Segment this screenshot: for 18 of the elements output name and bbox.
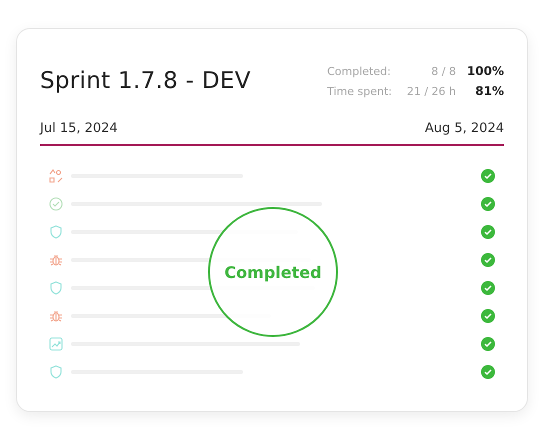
chart-icon [49,337,63,351]
check-circle-icon [49,197,63,211]
stat-value: 8 / 8 [430,65,456,78]
shapes-icon [49,169,63,183]
stat-percent: 81% [474,84,504,98]
shield-icon [49,281,63,295]
shield-icon [49,225,63,239]
start-date: Jul 15, 2024 [40,121,118,136]
stat-value: 21 / 26 h [406,85,456,98]
stat-label: Completed: [327,65,392,78]
completed-stamp: Completed [208,207,338,337]
sprint-title: Sprint 1.7.8 - DEV [40,68,251,94]
stat-percent: 100% [466,64,504,78]
bug-icon [49,253,63,267]
bug-icon [49,309,63,323]
stat-label: Time spent: [327,85,392,98]
end-date: Aug 5, 2024 [424,121,504,136]
shield-icon [49,365,63,379]
